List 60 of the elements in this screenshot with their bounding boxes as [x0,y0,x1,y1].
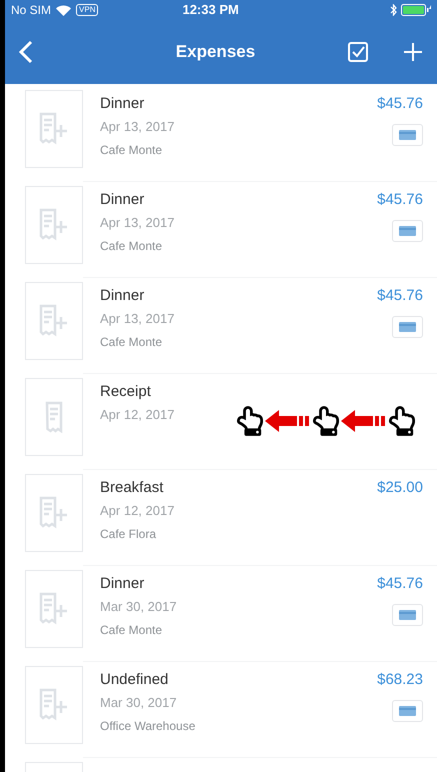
receipt-add-icon [38,688,70,722]
status-time: 12:33 PM [182,1,239,20]
arrow-left-icon [341,409,387,433]
expense-date: Apr 12, 2017 [100,406,176,424]
receipt-thumbnail[interactable] [25,186,83,264]
receipt-add-icon [38,592,70,626]
expense-title: Undefined [100,670,170,690]
receipt-add-icon [38,496,70,530]
bluetooth-icon [390,4,397,16]
add-icon[interactable] [403,42,423,62]
vpn-badge: VPN [76,4,98,16]
receipt-add-icon [38,208,70,242]
receipt-icon [45,401,63,433]
nav-title: Expenses [174,41,256,64]
battery-icon [401,4,431,16]
receipt-thumbnail[interactable] [25,378,83,456]
receipt-thumbnail[interactable] [25,474,83,552]
expense-date: Apr 13, 2017 [100,118,176,136]
hand-pointer-icon [313,406,339,436]
expense-title: Dinner [100,286,146,306]
merchant-name: Cafe Monte [100,238,164,255]
merchant-name: Office Warehouse [100,718,196,735]
receipt-thumbnail[interactable] [25,90,83,168]
expense-amount: $68.23 [377,670,423,690]
expense-amount: $45.76 [377,190,423,210]
expense-date: Mar 30, 2017 [100,694,178,712]
merchant-name: Cafe Monte [100,142,164,159]
wifi-icon [56,4,72,16]
payment-card-icon[interactable] [392,604,423,626]
merchant-name: Cafe Flora [100,526,158,543]
hand-pointer-icon [389,406,415,436]
expense-date: Apr 13, 2017 [100,214,176,232]
receipt-thumbnail[interactable] [25,666,83,744]
expense-title: Dinner [100,94,146,114]
back-icon[interactable] [19,40,33,64]
carrier-label: No SIM [11,2,52,19]
expense-title: Dinner [100,190,146,210]
payment-card-icon[interactable] [392,700,423,722]
receipt-add-icon [38,112,70,146]
hand-pointer-icon [237,406,263,436]
expense-amount: $25.00 [377,478,423,498]
expense-title: Receipt [100,382,152,402]
expense-title: Dinner [100,574,146,594]
payment-card-icon[interactable] [392,316,423,338]
expense-date: Mar 30, 2017 [100,598,178,616]
checkbox-icon[interactable] [348,42,368,62]
merchant-name: Cafe Monte [100,334,164,351]
expense-date: Apr 12, 2017 [100,502,176,520]
receipt-thumbnail[interactable] [25,570,83,648]
expense-amount: $45.76 [377,574,423,594]
expense-amount: $45.76 [377,286,423,306]
expense-date: Apr 13, 2017 [100,310,176,328]
expense-amount: $45.76 [377,94,423,114]
expense-title: Breakfast [100,478,164,498]
receipt-thumbnail[interactable] [25,282,83,360]
payment-card-icon[interactable] [392,124,423,146]
merchant-name: Cafe Monte [100,622,164,639]
payment-card-icon[interactable] [392,220,423,242]
arrow-left-icon [265,409,311,433]
receipt-add-icon [38,304,70,338]
